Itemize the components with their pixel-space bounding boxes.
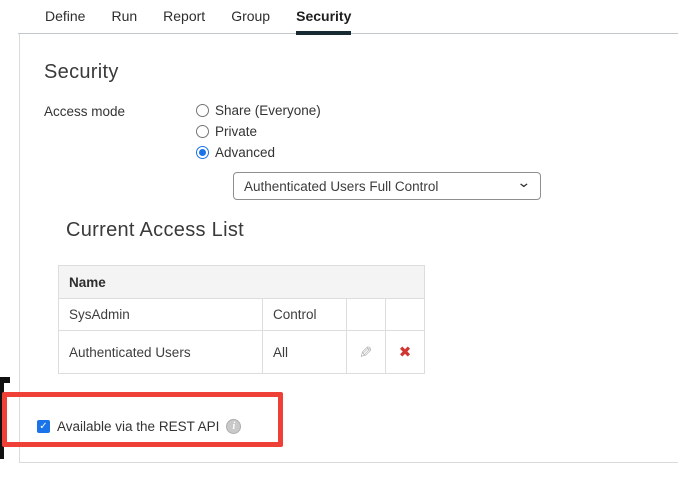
tab-report[interactable]: Report: [163, 8, 205, 35]
delete-x-icon[interactable]: ✖: [399, 343, 412, 361]
table-header-row: Name: [59, 266, 425, 299]
cell-permission: Control: [263, 299, 347, 331]
access-level-select[interactable]: Authenticated Users Full Control ⌄: [233, 172, 541, 200]
tab-bar: Define Run Report Group Security: [45, 8, 351, 35]
radio-private[interactable]: Private: [196, 123, 321, 139]
edit-pencil-icon[interactable]: ✎: [359, 343, 372, 362]
tab-security[interactable]: Security: [296, 8, 351, 35]
tab-define[interactable]: Define: [45, 8, 85, 35]
rest-api-checkbox[interactable]: ✓: [37, 420, 50, 433]
cell-delete: ✖: [386, 331, 425, 374]
security-settings-page: Define Run Report Group Security Securit…: [0, 0, 678, 491]
table-row-authenticated-users: Authenticated Users All ✎ ✖: [59, 331, 425, 374]
access-mode-radio-group: Share (Everyone) Private Advanced: [196, 102, 321, 160]
radio-share-everyone-label: Share (Everyone): [215, 103, 321, 118]
rest-api-label: Available via the REST API: [57, 419, 219, 434]
access-list-table: Name SysAdmin Control Authenticated User…: [58, 265, 425, 374]
cell-edit-empty: [347, 299, 386, 331]
cell-permission: All: [263, 331, 347, 374]
cell-edit: ✎: [347, 331, 386, 374]
tab-group[interactable]: Group: [231, 8, 270, 35]
tab-run[interactable]: Run: [111, 8, 137, 35]
radio-share-everyone[interactable]: Share (Everyone): [196, 102, 321, 118]
current-access-list-title: Current Access List: [66, 219, 244, 242]
info-icon[interactable]: i: [226, 419, 241, 434]
chevron-down-icon: ⌄: [517, 176, 532, 190]
access-mode-label: Access mode: [44, 104, 125, 119]
cell-name: Authenticated Users: [59, 331, 263, 374]
radio-private-label: Private: [215, 124, 257, 139]
annotation-black-mark-vertical: [0, 377, 4, 459]
radio-advanced[interactable]: Advanced: [196, 144, 321, 160]
table-row-sysadmin: SysAdmin Control: [59, 299, 425, 331]
radio-unselected-icon: [196, 104, 209, 117]
radio-advanced-label: Advanced: [215, 145, 275, 160]
cell-delete-empty: [386, 299, 425, 331]
radio-selected-icon: [196, 146, 209, 159]
radio-unselected-icon: [196, 125, 209, 138]
cell-name: SysAdmin: [59, 299, 263, 331]
annotation-black-mark-horizontal: [0, 377, 10, 383]
table-header-name: Name: [59, 266, 425, 299]
access-level-select-value: Authenticated Users Full Control: [244, 179, 438, 194]
page-title: Security: [44, 61, 119, 84]
rest-api-row: ✓ Available via the REST API i: [37, 419, 241, 434]
panel-left-border: [19, 34, 20, 462]
panel-bottom-border: [19, 462, 678, 463]
